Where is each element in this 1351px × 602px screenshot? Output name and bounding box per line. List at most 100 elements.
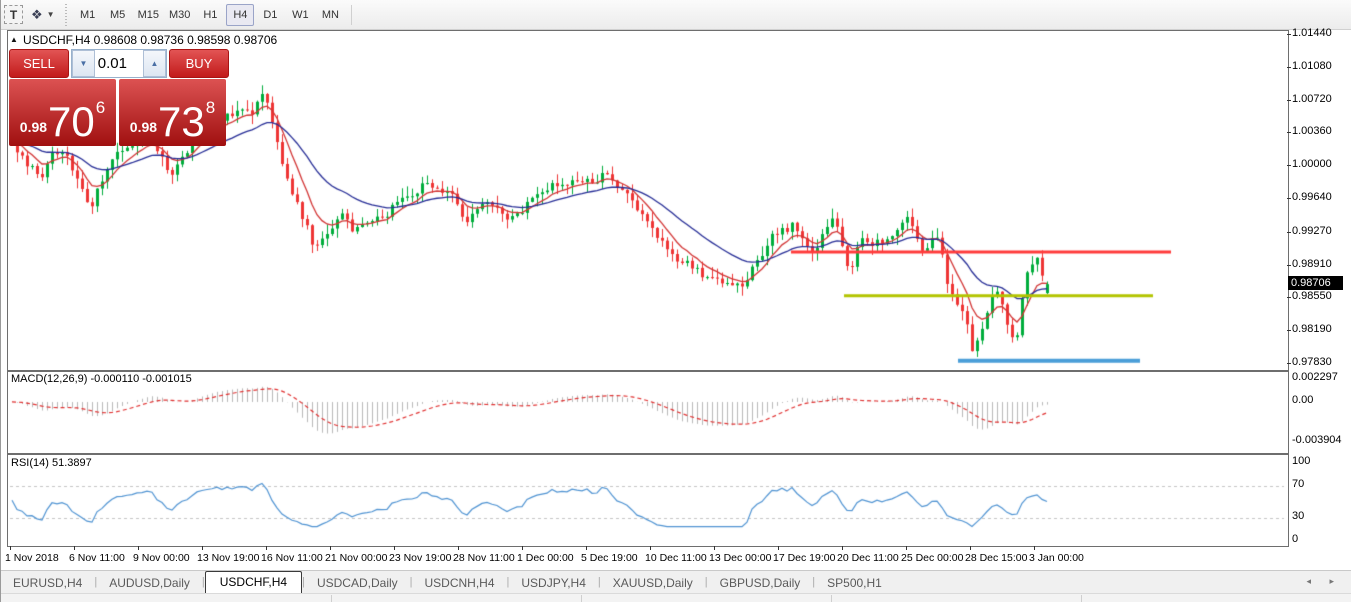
price-axis-label: 0.98190 (1292, 323, 1332, 335)
sell-price-main: 70 (48, 104, 95, 140)
sell-price-prefix: 0.98 (20, 119, 47, 135)
date-axis-tick (586, 546, 587, 550)
macd-label: MACD(12,26,9) -0.000110 -0.001015 (11, 373, 192, 385)
date-axis-tick (906, 546, 907, 550)
date-axis-tick (10, 546, 11, 550)
timeframe-button-m30[interactable]: M30 (165, 4, 194, 26)
date-axis-label: 9 Nov 00:00 (133, 552, 190, 564)
timeframe-button-m15[interactable]: M15 (134, 4, 163, 26)
date-axis-label: 28 Nov 11:00 (453, 552, 515, 564)
date-axis-tick (842, 546, 843, 550)
price-axis-tick (1287, 100, 1291, 101)
date-axis-tick (650, 546, 651, 550)
tab-usdchf-h4[interactable]: USDCHF,H4 (205, 571, 302, 594)
price-axis-label: 0.99270 (1292, 225, 1332, 237)
sell-price-display[interactable]: 0.98 70 6 (9, 79, 116, 146)
price-axis-label: 0.99640 (1292, 191, 1332, 203)
tab-usdjpy-h4[interactable]: USDJPY,H4 (509, 573, 597, 594)
rsi-axis-label: 0 (1292, 533, 1298, 545)
tab-usdcnh-h4[interactable]: USDCNH,H4 (413, 573, 507, 594)
rsi-axis-label: 30 (1292, 510, 1304, 522)
text-tool-icon[interactable]: T (4, 5, 23, 24)
timeframe-button-m1[interactable]: M1 (74, 4, 102, 26)
toolbar-separator (351, 5, 352, 25)
timeframe-button-h1[interactable]: H1 (196, 4, 224, 26)
date-axis-label: 17 Dec 19:00 (773, 552, 835, 564)
collapse-triangle-icon[interactable]: ▲ (10, 35, 18, 44)
tab-eurusd-h4[interactable]: EURUSD,H4 (1, 573, 94, 594)
macd-panel[interactable] (7, 371, 1289, 454)
price-axis-tick (1287, 265, 1291, 266)
timeframe-buttons: M1M5M15M30H1H4D1W1MN (73, 4, 346, 26)
price-axis-label: 1.01080 (1292, 60, 1332, 72)
date-axis-tick (522, 546, 523, 550)
date-axis-tick (714, 546, 715, 550)
current-price-badge: 0.98706 (1288, 276, 1343, 290)
tab-gbpusd-daily[interactable]: GBPUSD,Daily (708, 573, 813, 594)
rsi-label: RSI(14) 51.3897 (11, 457, 92, 469)
date-axis-label: 1 Dec 00:00 (517, 552, 574, 564)
arrows-tool-button[interactable]: ❖ ▼ (31, 7, 55, 23)
volume-decrease-button[interactable]: ▼ (72, 50, 95, 77)
arrows-icon: ❖ (31, 7, 43, 23)
toolbar-grip (65, 4, 67, 26)
buy-price-pip: 8 (206, 98, 215, 118)
one-click-trade-panel: SELL ▼ 0.01 ▲ BUY 0.98 70 6 0.98 73 8 (9, 49, 229, 146)
status-separator (1081, 595, 1082, 602)
date-axis-label: 25 Dec 00:00 (901, 552, 963, 564)
timeframe-button-mn[interactable]: MN (316, 4, 344, 26)
rsi-axis-label: 70 (1292, 478, 1304, 490)
buy-price-display[interactable]: 0.98 73 8 (119, 79, 226, 146)
price-axis-tick (1287, 297, 1291, 298)
date-axis-label: 28 Dec 15:00 (965, 552, 1027, 564)
tab-scroll-arrows[interactable]: ◂ ▸ (1306, 576, 1342, 587)
macd-axis-label: 0.00 (1292, 394, 1313, 406)
rsi-canvas[interactable] (8, 455, 1286, 544)
date-axis-label: 3 Jan 00:00 (1029, 552, 1084, 564)
date-axis-tick (1034, 546, 1035, 550)
volume-input[interactable]: 0.01 (95, 50, 143, 77)
date-axis-label: 1 Nov 2018 (5, 552, 59, 564)
price-axis-tick (1287, 198, 1291, 199)
status-separator (831, 595, 832, 602)
date-axis-label: 5 Dec 19:00 (581, 552, 638, 564)
timeframe-button-m5[interactable]: M5 (104, 4, 132, 26)
status-separator (581, 595, 582, 602)
timeframe-button-h4[interactable]: H4 (226, 4, 254, 26)
date-axis-tick (394, 546, 395, 550)
macd-canvas[interactable] (8, 372, 1286, 451)
tab-audusd-daily[interactable]: AUDUSD,Daily (97, 573, 202, 594)
price-axis-label: 0.98550 (1292, 290, 1332, 302)
buy-button[interactable]: BUY (169, 49, 229, 78)
date-axis-label: 16 Nov 11:00 (261, 552, 323, 564)
date-axis-label: 23 Nov 19:00 (389, 552, 451, 564)
timeframe-button-w1[interactable]: W1 (286, 4, 314, 26)
date-axis-tick (138, 546, 139, 550)
toolbar: T ❖ ▼ M1M5M15M30H1H4D1W1MN (1, 0, 1351, 30)
tab-sp500-h1[interactable]: SP500,H1 (815, 573, 894, 594)
price-axis-label: 1.01440 (1292, 27, 1332, 39)
price-axis-label: 1.00360 (1292, 125, 1332, 137)
price-axis-tick (1287, 363, 1291, 364)
macd-axis-label: 0.002297 (1292, 371, 1338, 383)
rsi-panel[interactable] (7, 454, 1289, 547)
date-axis-tick (970, 546, 971, 550)
status-bar (1, 593, 1351, 602)
price-axis-tick (1287, 165, 1291, 166)
date-axis-tick (266, 546, 267, 550)
price-axis-label: 1.00720 (1292, 93, 1332, 105)
price-axis-tick (1287, 330, 1291, 331)
chart-title: USDCHF,H4 0.98608 0.98736 0.98598 0.9870… (23, 33, 277, 47)
volume-increase-button[interactable]: ▲ (143, 50, 166, 77)
price-axis-tick (1287, 34, 1291, 35)
buy-price-main: 73 (158, 104, 205, 140)
sell-price-pip: 6 (96, 98, 105, 118)
date-axis-tick (74, 546, 75, 550)
date-axis-label: 21 Nov 00:00 (325, 552, 387, 564)
price-axis-label: 0.98910 (1292, 258, 1332, 270)
tab-usdcad-daily[interactable]: USDCAD,Daily (305, 573, 410, 594)
timeframe-button-d1[interactable]: D1 (256, 4, 284, 26)
rsi-axis-label: 100 (1292, 455, 1310, 467)
tab-xauusd-daily[interactable]: XAUUSD,Daily (601, 573, 705, 594)
sell-button[interactable]: SELL (9, 49, 69, 78)
